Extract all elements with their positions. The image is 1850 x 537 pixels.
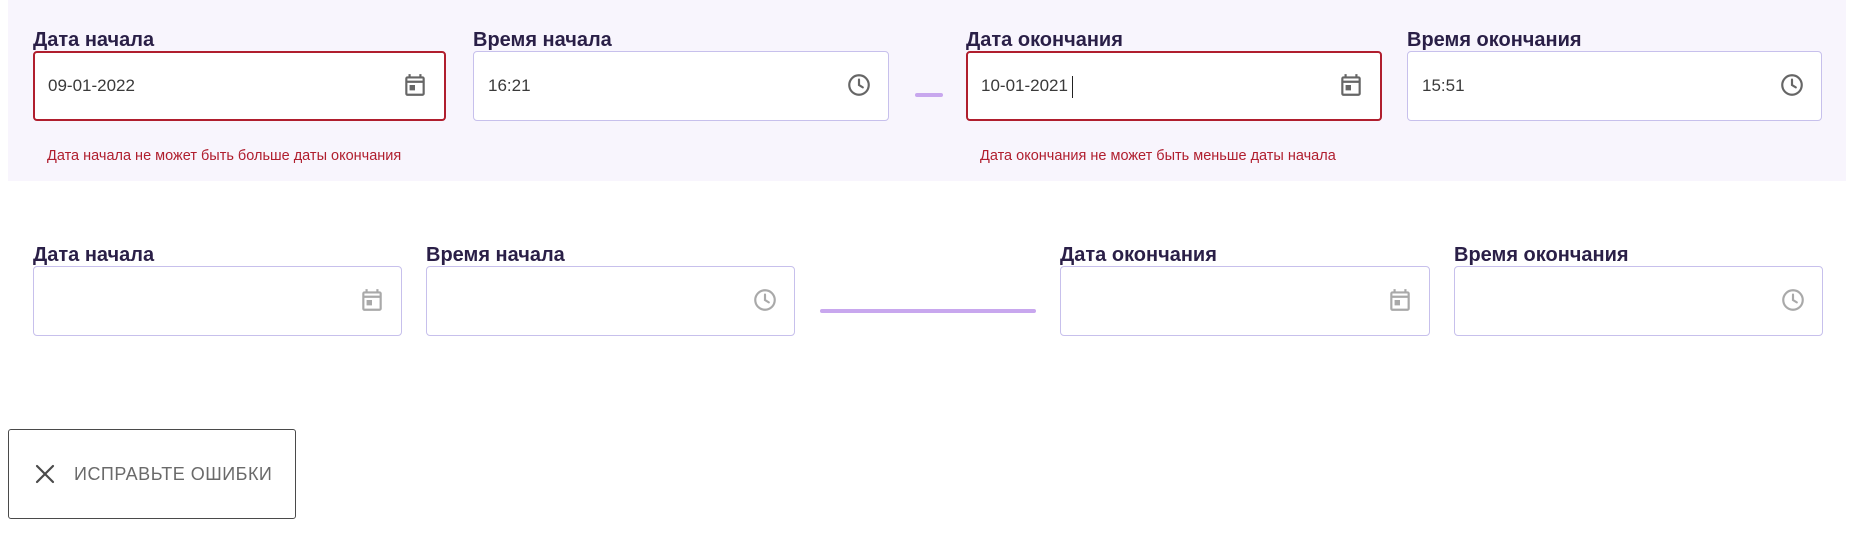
start-date-label: Дата начала	[33, 244, 155, 266]
close-icon	[33, 462, 57, 486]
clock-icon[interactable]	[752, 287, 778, 313]
start-date-value[interactable]: 09-01-2022	[48, 76, 135, 96]
text-caret	[1072, 76, 1073, 98]
end-time-value[interactable]: 15:51	[1422, 76, 1465, 96]
end-date-error: Дата окончания не может быть меньше даты…	[980, 148, 1336, 164]
end-date-value[interactable]: 10-01-2021	[981, 76, 1068, 96]
calendar-icon[interactable]	[1387, 287, 1413, 313]
end-time-input[interactable]: 15:51	[1407, 51, 1822, 121]
calendar-icon[interactable]	[402, 72, 428, 98]
end-date-input[interactable]: 10-01-2021	[966, 51, 1382, 121]
start-date-label: Дата начала	[33, 29, 155, 51]
end-time-input[interactable]	[1454, 266, 1823, 336]
fix-errors-button[interactable]: ИСПРАВЬТЕ ОШИБКИ	[8, 429, 296, 519]
start-time-input[interactable]: 16:21	[473, 51, 889, 121]
end-date-input[interactable]	[1060, 266, 1430, 336]
start-date-input[interactable]: 09-01-2022	[33, 51, 446, 121]
start-date-input[interactable]	[33, 266, 402, 336]
clock-icon[interactable]	[1779, 72, 1805, 98]
range-separator	[915, 93, 943, 97]
end-date-label: Дата окончания	[966, 29, 1123, 51]
calendar-icon[interactable]	[359, 287, 385, 313]
fix-errors-label: ИСПРАВЬТЕ ОШИБКИ	[74, 464, 273, 484]
end-date-label: Дата окончания	[1060, 244, 1217, 266]
end-time-label: Время окончания	[1454, 244, 1629, 266]
error-form-panel: Дата начала 09-01-2022 Дата начала не мо…	[8, 0, 1846, 181]
end-time-label: Время окончания	[1407, 29, 1582, 51]
start-time-value[interactable]: 16:21	[488, 76, 531, 96]
start-time-input[interactable]	[426, 266, 795, 336]
range-separator	[820, 309, 1036, 313]
clock-icon[interactable]	[1780, 287, 1806, 313]
start-date-error: Дата начала не может быть больше даты ок…	[47, 148, 402, 164]
start-time-label: Время начала	[473, 29, 612, 51]
calendar-icon[interactable]	[1338, 72, 1364, 98]
start-time-label: Время начала	[426, 244, 565, 266]
clock-icon[interactable]	[846, 72, 872, 98]
